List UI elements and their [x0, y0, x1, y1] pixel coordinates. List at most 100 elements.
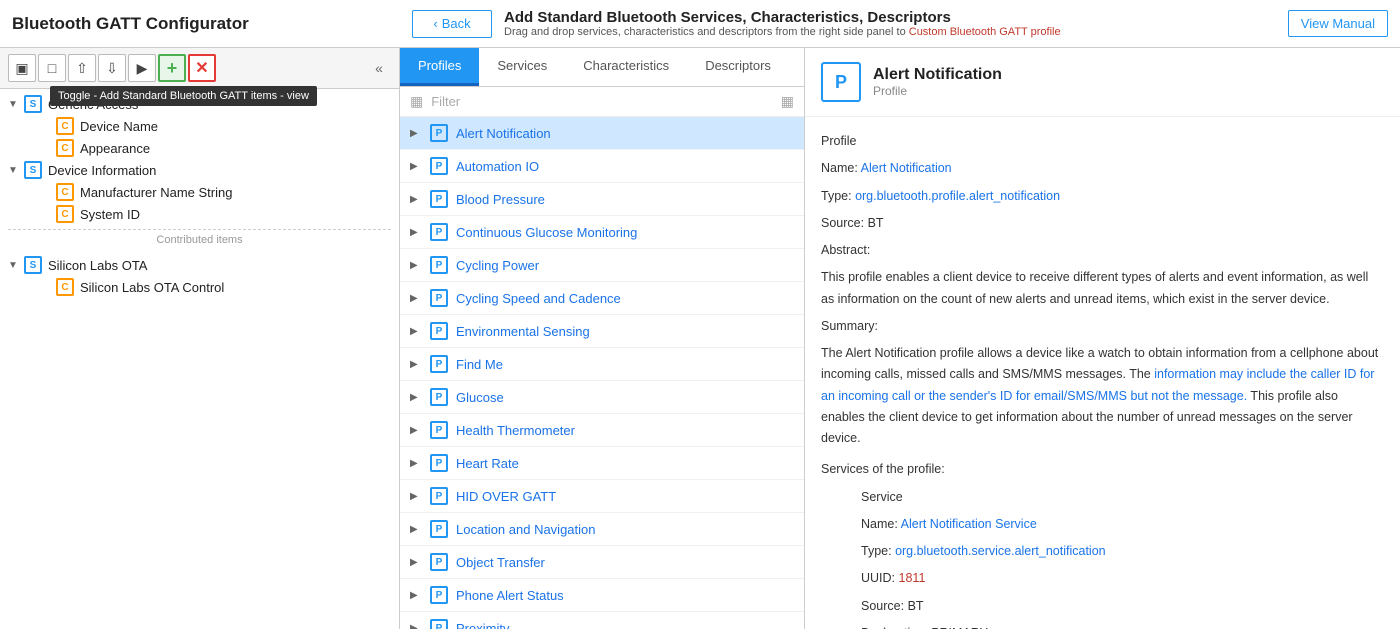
detail-service-uuid-label: UUID:: [861, 571, 895, 585]
list-item-badge: P: [430, 190, 448, 208]
tab-profiles[interactable]: Profiles: [400, 48, 479, 86]
list-item[interactable]: ▶ P Phone Alert Status: [400, 579, 804, 612]
list-item[interactable]: ▶ P Alert Notification: [400, 117, 804, 150]
list-item-label: Location and Navigation: [456, 522, 596, 537]
list-item-badge: P: [430, 487, 448, 505]
list-item[interactable]: ▶ P Proximity: [400, 612, 804, 629]
list-item[interactable]: ▶ P HID OVER GATT: [400, 480, 804, 513]
detail-profile-label: Profile: [821, 131, 1384, 152]
list-item-label: Continuous Glucose Monitoring: [456, 225, 637, 240]
filter-options-icon[interactable]: ▦: [781, 93, 794, 110]
badge-characteristic: C: [56, 183, 74, 201]
list-item-arrow: ▶: [410, 557, 424, 568]
list-item-label: Object Transfer: [456, 555, 545, 570]
tree-label: System ID: [80, 207, 140, 222]
list-item-badge: P: [430, 619, 448, 629]
list-item[interactable]: ▶ P Glucose: [400, 381, 804, 414]
tree-item-system-id[interactable]: C System ID: [0, 203, 399, 225]
list-item-label: Heart Rate: [456, 456, 519, 471]
list-item[interactable]: ▶ P Cycling Speed and Cadence: [400, 282, 804, 315]
list-item-arrow: ▶: [410, 359, 424, 370]
list-item[interactable]: ▶ P Cycling Power: [400, 249, 804, 282]
list-item[interactable]: ▶ P Health Thermometer: [400, 414, 804, 447]
list-item-badge: P: [430, 520, 448, 538]
toolbar-btn-remove[interactable]: ✕: [188, 54, 216, 82]
list-item-badge: P: [430, 421, 448, 439]
tree-label: Silicon Labs OTA: [48, 258, 147, 273]
filter-input[interactable]: [431, 94, 781, 109]
list-item-label: Alert Notification: [456, 126, 551, 141]
back-button[interactable]: ‹ Back: [412, 10, 492, 38]
badge-characteristic: C: [56, 117, 74, 135]
toolbar-btn-down[interactable]: ⇩: [98, 54, 126, 82]
detail-service-declaration: Declaration: PRIMARY: [861, 623, 1384, 629]
list-item-badge: P: [430, 355, 448, 373]
list-item-arrow: ▶: [410, 425, 424, 436]
tree-item-silicon-labs-ota-control[interactable]: C Silicon Labs OTA Control: [0, 276, 399, 298]
tree-item-manufacturer-name[interactable]: C Manufacturer Name String: [0, 181, 399, 203]
badge-service: S: [24, 95, 42, 113]
detail-type-value: org.bluetooth.profile.alert_notification: [855, 189, 1060, 203]
toolbar-btn-copy[interactable]: □: [38, 54, 66, 82]
list-item-badge: P: [430, 322, 448, 340]
tree-item-device-name[interactable]: C Device Name: [0, 115, 399, 137]
list-item-arrow: ▶: [410, 194, 424, 205]
badge-service: S: [24, 256, 42, 274]
content-area: ▣ □ ⇧ ⇩ ▶ + ✕ « Toggle - Add Standard Bl…: [0, 48, 1400, 629]
toolbar-btn-import[interactable]: ▶: [128, 54, 156, 82]
right-area: Profiles Services Characteristics Descri…: [400, 48, 1400, 629]
app-title: Bluetooth GATT Configurator: [12, 14, 412, 34]
left-panel: ▣ □ ⇧ ⇩ ▶ + ✕ « Toggle - Add Standard Bl…: [0, 48, 400, 629]
tree-item-appearance[interactable]: C Appearance: [0, 137, 399, 159]
tab-characteristics[interactable]: Characteristics: [565, 48, 687, 86]
collapse-panel-button[interactable]: «: [367, 56, 391, 80]
list-item-arrow: ▶: [410, 623, 424, 629]
list-item[interactable]: ▶ P Heart Rate: [400, 447, 804, 480]
contributed-label: Contributed items: [8, 229, 391, 250]
detail-service-source: Source: BT: [861, 596, 1384, 617]
list-item-arrow: ▶: [410, 326, 424, 337]
list-item[interactable]: ▶ P Location and Navigation: [400, 513, 804, 546]
detail-panel: P Alert Notification Profile Profile Nam…: [805, 48, 1400, 629]
detail-abstract-label: Abstract:: [821, 240, 1384, 261]
header-subtitle: Drag and drop services, characteristics …: [504, 26, 1061, 38]
list-item[interactable]: ▶ P Object Transfer: [400, 546, 804, 579]
list-item-arrow: ▶: [410, 227, 424, 238]
detail-type-label: Type:: [821, 189, 852, 203]
list-item[interactable]: ▶ P Environmental Sensing: [400, 315, 804, 348]
toolbar-btn-add[interactable]: +: [158, 54, 186, 82]
detail-service-type: Type: org.bluetooth.service.alert_notifi…: [861, 541, 1384, 562]
toolbar-btn-new-doc[interactable]: ▣: [8, 54, 36, 82]
tab-services[interactable]: Services: [479, 48, 565, 86]
list-item-arrow: ▶: [410, 491, 424, 502]
badge-service: S: [24, 161, 42, 179]
detail-icon: P: [821, 62, 861, 102]
detail-services-label: Services of the profile:: [821, 459, 1384, 480]
expand-arrow: ▼: [8, 165, 24, 176]
list-item-label: Automation IO: [456, 159, 539, 174]
detail-source: Source: BT: [821, 213, 1384, 234]
tree-item-silicon-labs-ota[interactable]: ▼ S Silicon Labs OTA: [0, 254, 399, 276]
detail-service-section: Service Name: Alert Notification Service…: [821, 487, 1384, 629]
detail-service-name-value: Alert Notification Service: [901, 517, 1037, 531]
list-item[interactable]: ▶ P Automation IO: [400, 150, 804, 183]
list-item-label: Cycling Power: [456, 258, 539, 273]
detail-abstract-text: This profile enables a client device to …: [821, 267, 1384, 310]
list-item[interactable]: ▶ P Find Me: [400, 348, 804, 381]
list-item-badge: P: [430, 124, 448, 142]
list-item-badge: P: [430, 454, 448, 472]
tree-item-device-information[interactable]: ▼ S Device Information: [0, 159, 399, 181]
toolbar-btn-up[interactable]: ⇧: [68, 54, 96, 82]
detail-summary-text: The Alert Notification profile allows a …: [821, 343, 1384, 449]
tab-descriptors[interactable]: Descriptors: [687, 48, 789, 86]
list-item-arrow: ▶: [410, 260, 424, 271]
detail-service-label: Service: [861, 487, 1384, 508]
list-item[interactable]: ▶ P Continuous Glucose Monitoring: [400, 216, 804, 249]
view-manual-button[interactable]: View Manual: [1288, 10, 1388, 37]
list-item[interactable]: ▶ P Blood Pressure: [400, 183, 804, 216]
detail-service-source-value: BT: [908, 599, 924, 613]
list-item-badge: P: [430, 586, 448, 604]
detail-service-type-value: org.bluetooth.service.alert_notification: [895, 544, 1106, 558]
profiles-list: ▶ P Alert Notification ▶ P Automation IO…: [400, 117, 804, 629]
list-item-label: Blood Pressure: [456, 192, 545, 207]
